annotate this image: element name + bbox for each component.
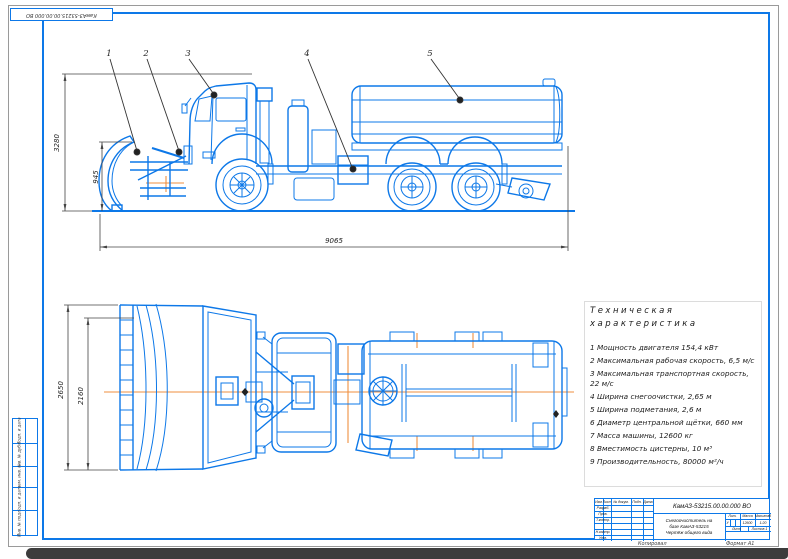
dim-inner-width: 2160 (77, 387, 85, 405)
tb-doc-name-line3: Чертёж общего вида (666, 530, 713, 536)
tb-sheet-label: Лист (725, 526, 748, 531)
window-bottom-edge (26, 548, 788, 559)
format-note: Формат A1 (726, 541, 754, 547)
tb-scale-value: 1:20 (755, 519, 771, 526)
tech-item: 1 Мощность двигателя 154,4 кВт (590, 343, 756, 353)
callout-1: 1 (106, 49, 111, 59)
tech-item: 8 Вместимость цистерны, 10 м³ (590, 444, 756, 454)
tech-item: 6 Диаметр центральной щётки, 660 мм (590, 418, 756, 428)
tb-lit-value: У (725, 519, 730, 526)
tech-item: 9 Производительность, 80000 м²/ч (590, 457, 756, 467)
tech-item: 2 Максимальная рабочая скорость, 6,5 м/с (590, 356, 756, 366)
dimension-arrows (64, 74, 568, 470)
tech-title-line2: характеристика (590, 319, 756, 329)
callout-leaders (110, 59, 463, 172)
side-view-drawing (92, 79, 575, 211)
tb-mass-value: 12600 (740, 519, 755, 526)
dim-plow-width: 2650 (57, 381, 65, 399)
tb-designation: КамАЗ-53215.00.00.000 ВО (653, 499, 771, 513)
tech-item: 7 Масса машины, 12600 кг (590, 431, 756, 441)
dim-overall-length: 9065 (325, 237, 343, 245)
tb-row-tkontr: Т.контр. (595, 517, 611, 523)
tb-doc-name: Снегоочиститель на базе КамАЗ-53215 Черт… (653, 513, 725, 541)
callout-2: 2 (142, 49, 148, 59)
tb-col-podp: Подп. (631, 499, 643, 505)
callout-5: 5 (427, 49, 432, 59)
top-view-drawing (120, 304, 567, 471)
tech-item: 3 Максимальная транспортная скорость, 22… (590, 369, 756, 388)
tech-title-line1: Техническая (590, 306, 756, 316)
tb-row-utv: Утв. (595, 535, 611, 541)
tech-item: 5 Ширина подметания, 2,6 м (590, 405, 756, 415)
tb-sheets-label: Листов 1 (748, 526, 771, 531)
tech-item: 4 Ширина снегоочистки, 2,65 м (590, 392, 756, 402)
callout-3: 3 (185, 49, 190, 59)
tb-col-data: Дата (643, 499, 653, 505)
dimension-lines (62, 74, 568, 470)
dim-overall-height: 3280 (53, 134, 61, 152)
kopiroval-note: Копировал (638, 541, 667, 547)
centerlines (104, 176, 574, 451)
dim-plow-height: 945 (92, 170, 100, 184)
callout-4: 4 (303, 49, 309, 59)
tb-col-doc: № докум. (611, 499, 631, 505)
title-block: Изм. Лист № докум. Подп. Дата Разраб. Пр… (594, 498, 770, 540)
tech-characteristics: Техническая характеристика 1 Мощность дв… (590, 306, 756, 466)
